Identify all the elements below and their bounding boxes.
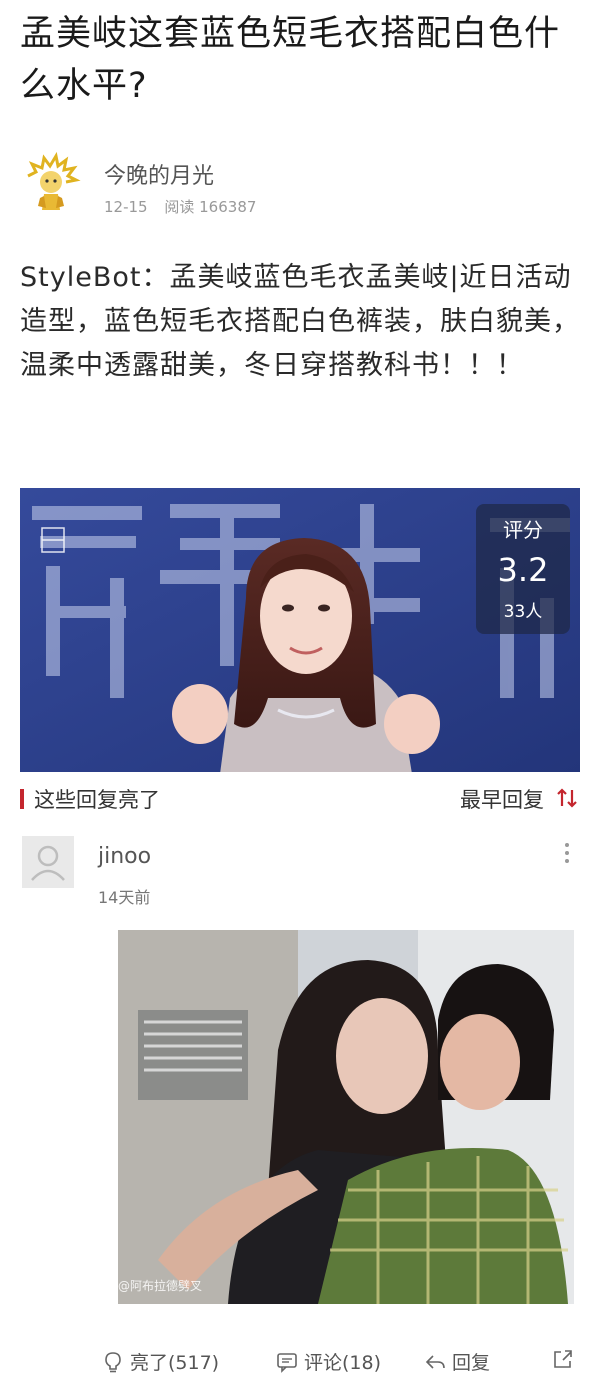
comment-button[interactable]: 评论(18) [276,1348,381,1375]
share-button[interactable] [552,1348,574,1370]
post-author-block: 今晚的月光 12-15 阅读 166387 [20,152,580,222]
comment-action-bar: 亮了(517) 评论(18) 回复 [0,1338,600,1384]
author-avatar[interactable] [20,152,82,214]
section-marker [20,789,24,809]
post-date: 12-15 [104,198,148,216]
hot-replies-label: 这些回复亮了 [34,788,160,812]
comment-count: 评论(18) [304,1352,382,1374]
rating-badge[interactable]: 评分 3.2 33人 [476,504,570,634]
post-meta: 12-15 阅读 166387 [104,196,268,217]
reply-button[interactable]: 回复 [424,1348,490,1375]
comment-photo[interactable]: @阿布拉德劈叉 [118,930,574,1304]
photo-watermark: @阿布拉德劈叉 [118,1279,203,1293]
post-title: 孟美岐这套蓝色短毛衣搭配白色什么水平? [20,14,561,106]
sort-option[interactable]: 最早回复 [460,784,544,814]
reply-icon [425,1354,445,1369]
more-options-icon[interactable] [560,840,574,866]
commenter-name[interactable]: jinoo [98,844,151,869]
comment-icon [277,1352,297,1373]
commenter-avatar[interactable] [22,836,74,888]
lightbulb-icon [105,1351,121,1372]
post-reads: 阅读 166387 [164,198,257,216]
rating-label: 评分 [503,518,543,542]
rating-score: 3.2 [497,551,549,589]
like-count: 亮了(517) [130,1352,220,1374]
share-icon [554,1350,572,1368]
post-body: StyleBot：孟美岐蓝色毛衣孟美岐|近日活动造型，蓝色短毛衣搭配白色裤装，肤… [20,262,580,381]
like-button[interactable]: 亮了(517) [102,1348,219,1375]
comment-time: 14天前 [98,888,151,907]
replies-section-header: 这些回复亮了 最早回复 [0,772,600,824]
reply-label: 回复 [452,1352,491,1374]
rating-count: 33人 [503,602,543,622]
sort-icon[interactable] [556,786,578,810]
author-name[interactable]: 今晚的月光 [104,158,214,190]
